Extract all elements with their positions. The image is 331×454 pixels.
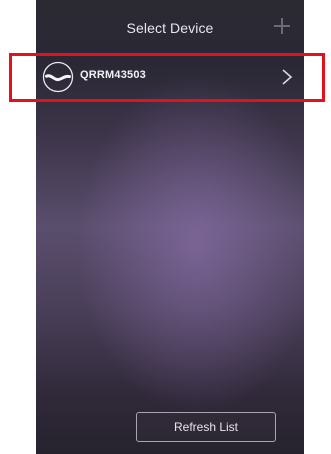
plus-icon[interactable] bbox=[274, 18, 290, 34]
device-wave-icon bbox=[42, 61, 74, 93]
device-list-item[interactable]: QRRM43503 bbox=[36, 56, 304, 100]
device-name: QRRM43503 bbox=[80, 69, 146, 81]
page-title: Select Device bbox=[126, 20, 214, 36]
chevron-right-icon bbox=[282, 69, 293, 85]
refresh-list-button[interactable]: Refresh List bbox=[136, 412, 276, 442]
app-screen: Select Device QRRM43503 Refresh List bbox=[36, 0, 304, 454]
header-bar: Select Device bbox=[36, 0, 304, 56]
